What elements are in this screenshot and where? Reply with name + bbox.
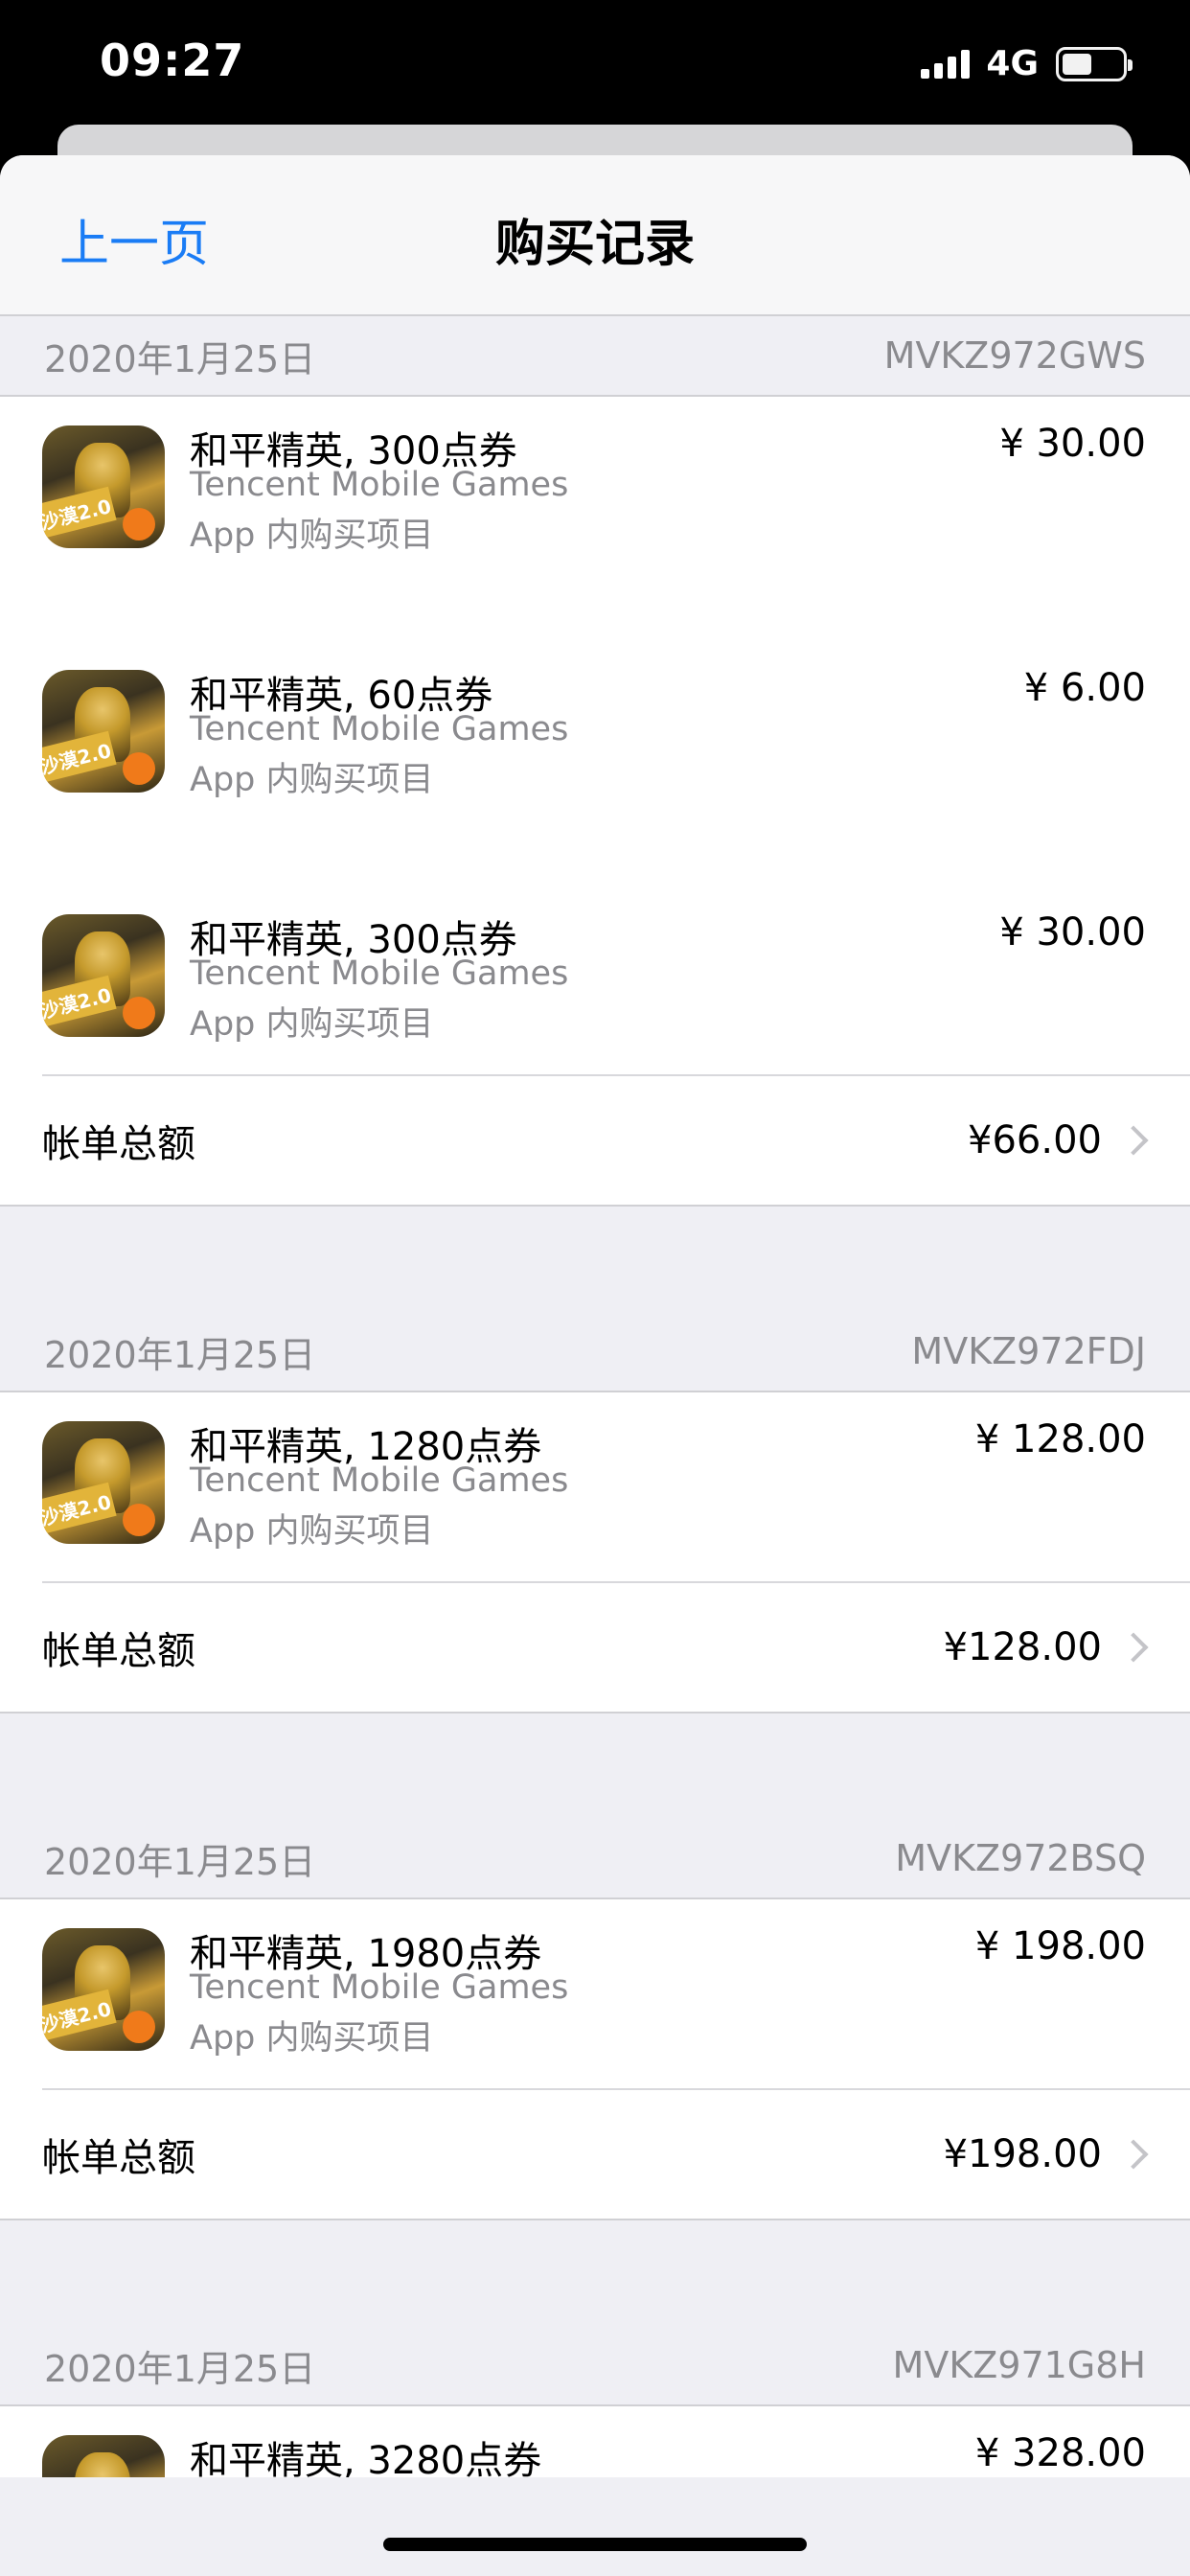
battery-icon — [1056, 46, 1133, 81]
order-id: MVKZ971G8H — [892, 2344, 1146, 2386]
item-developer: Tencent Mobile Games — [190, 710, 569, 748]
bill-total-label: 帐单总额 — [42, 1629, 195, 1673]
bill-total-value: ¥66.00 — [968, 1118, 1102, 1162]
status-icons: 4G — [921, 44, 1133, 83]
order-group: 沙漠2.0 和平精英, 300点券 Tencent Mobile Games App … — [0, 397, 1190, 1207]
icon-logo — [123, 1504, 155, 1536]
navigation-bar: 上一页 购买记录 — [0, 155, 1190, 316]
chevron-right-icon — [1118, 1125, 1149, 1156]
chevron-right-icon — [1118, 1632, 1149, 1663]
peacekeeper-elite-app-icon: 沙漠2.0 — [42, 426, 165, 548]
icon-badge: 沙漠2.0 — [42, 486, 117, 539]
icon-badge: 沙漠2.0 — [42, 1989, 117, 2041]
purchase-item[interactable]: 沙漠2.0 和平精英, 300点券 Tencent Mobile Games App … — [0, 886, 1190, 1074]
icon-logo — [123, 997, 155, 1029]
order-date: 2020年1月25日 — [44, 1333, 316, 1376]
section-spacer — [0, 1714, 1190, 1819]
bottom-safe-area — [0, 2477, 1190, 2576]
icon-badge: 沙漠2.0 — [42, 730, 117, 783]
bill-total-value: ¥128.00 — [943, 1625, 1102, 1669]
item-price: ¥ 328.00 — [974, 2431, 1146, 2475]
item-type: App 内购买项目 — [190, 1512, 434, 1551]
purchase-history-sheet: 上一页 购买记录 2020年1月25日 MVKZ972GWS 沙漠2.0 和平精英, … — [0, 155, 1190, 2576]
purchase-item[interactable]: 沙漠2.0 和平精英, 300点券 Tencent Mobile Games App … — [0, 397, 1190, 641]
order-id: MVKZ972GWS — [883, 334, 1146, 377]
bill-total-row[interactable]: 帐单总额 ¥128.00 — [42, 1581, 1190, 1712]
item-developer: Tencent Mobile Games — [190, 1461, 569, 1500]
order-header: 2020年1月25日 MVKZ972FDJ — [0, 1312, 1190, 1392]
order-id: MVKZ972BSQ — [895, 1837, 1146, 1879]
item-price: ¥ 6.00 — [1023, 666, 1146, 710]
item-developer: Tencent Mobile Games — [190, 1968, 569, 2007]
item-price: ¥ 128.00 — [974, 1417, 1146, 1461]
item-type: App 内购买项目 — [190, 2019, 434, 2058]
item-price: ¥ 30.00 — [999, 422, 1146, 466]
bill-total-row[interactable]: 帐单总额 ¥198.00 — [42, 2088, 1190, 2219]
item-type: App 内购买项目 — [190, 517, 434, 555]
bill-total-row[interactable]: 帐单总额 ¥66.00 — [42, 1074, 1190, 1205]
bill-total-value-group: ¥66.00 — [968, 1118, 1149, 1162]
signal-icon — [921, 49, 974, 79]
bill-total-label: 帐单总额 — [42, 1122, 195, 1166]
peacekeeper-elite-app-icon: 沙漠2.0 — [42, 1928, 165, 2051]
page-title: 购买记录 — [494, 216, 695, 273]
order-date: 2020年1月25日 — [44, 337, 316, 380]
order-group: 沙漠2.0 和平精英, 1980点券 Tencent Mobile Games App… — [0, 1899, 1190, 2220]
peacekeeper-elite-app-icon: 沙漠2.0 — [42, 914, 165, 1037]
purchase-item[interactable]: 沙漠2.0 和平精英, 60点券 Tencent Mobile Games App 内… — [0, 641, 1190, 886]
item-developer: Tencent Mobile Games — [190, 466, 569, 504]
home-indicator[interactable] — [383, 2538, 807, 2551]
peacekeeper-elite-app-icon: 沙漠2.0 — [42, 670, 165, 793]
peacekeeper-elite-app-icon: 沙漠2.0 — [42, 1421, 165, 1544]
bill-total-value-group: ¥128.00 — [943, 1625, 1149, 1669]
order-header: 2020年1月25日 MVKZ971G8H — [0, 2326, 1190, 2406]
status-time: 09:27 — [100, 34, 245, 86]
chevron-right-icon — [1118, 2139, 1149, 2170]
icon-logo — [123, 2011, 155, 2043]
item-type: App 内购买项目 — [190, 761, 434, 799]
status-bar: 09:27 4G — [0, 0, 1190, 129]
bill-total-label: 帐单总额 — [42, 2136, 195, 2180]
item-type: App 内购买项目 — [190, 1005, 434, 1044]
order-header: 2020年1月25日 MVKZ972GWS — [0, 316, 1190, 397]
item-developer: Tencent Mobile Games — [190, 954, 569, 993]
order-date: 2020年1月25日 — [44, 2347, 316, 2390]
bill-total-value-group: ¥198.00 — [943, 2132, 1149, 2176]
icon-logo — [123, 508, 155, 540]
order-group: 沙漠2.0 和平精英, 1280点券 Tencent Mobile Games App… — [0, 1392, 1190, 1714]
section-spacer — [0, 1207, 1190, 1312]
purchase-item[interactable]: 沙漠2.0 和平精英, 1280点券 Tencent Mobile Games App… — [0, 1392, 1190, 1581]
orders-list: 2020年1月25日 MVKZ972GWS 沙漠2.0 和平精英, 300点券 Tenc… — [0, 316, 1190, 2542]
item-price: ¥ 198.00 — [974, 1924, 1146, 1968]
network-label: 4G — [986, 44, 1039, 83]
order-id: MVKZ972FDJ — [911, 1330, 1146, 1372]
icon-badge: 沙漠2.0 — [42, 975, 117, 1027]
order-date: 2020年1月25日 — [44, 1840, 316, 1883]
purchase-item[interactable]: 沙漠2.0 和平精英, 1980点券 Tencent Mobile Games App… — [0, 1899, 1190, 2088]
icon-badge: 沙漠2.0 — [42, 1482, 117, 1534]
order-header: 2020年1月25日 MVKZ972BSQ — [0, 1819, 1190, 1899]
item-price: ¥ 30.00 — [999, 910, 1146, 954]
bill-total-value: ¥198.00 — [943, 2132, 1102, 2176]
icon-logo — [123, 752, 155, 785]
section-spacer — [0, 2220, 1190, 2326]
